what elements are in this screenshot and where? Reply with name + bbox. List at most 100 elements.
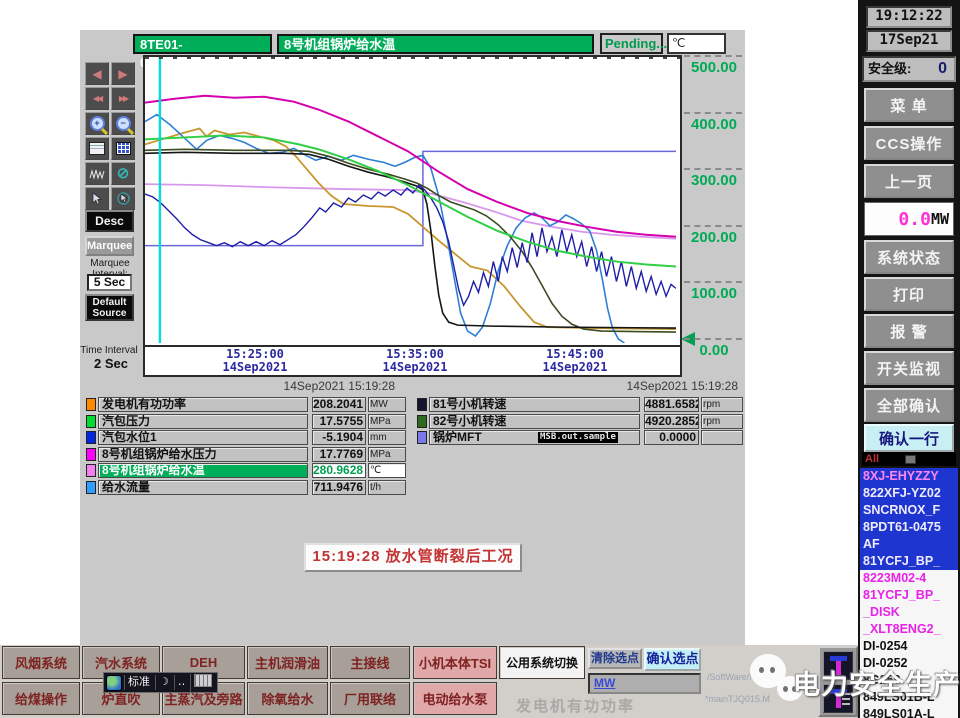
- page-tile[interactable]: 给煤操作: [2, 682, 80, 715]
- page-forward-icon[interactable]: ▶▶: [111, 87, 135, 110]
- y-tick-label: 200.00: [691, 228, 737, 246]
- sidebar-button[interactable]: 打印: [864, 277, 954, 311]
- page-tile[interactable]: 主机润滑油: [247, 646, 328, 679]
- sidebar-button[interactable]: 系统状态: [864, 240, 954, 274]
- clear-selection-button[interactable]: 清除选点: [588, 648, 642, 669]
- ime-mode-label[interactable]: 标准: [124, 675, 153, 690]
- ime-punct-icon[interactable]: ‥: [173, 675, 188, 690]
- confirm-row-button[interactable]: 确认一行: [864, 424, 954, 452]
- trend-group-button[interactable]: [823, 651, 853, 680]
- event-annotation: 15:19:28 放水管断裂后工况: [304, 543, 522, 572]
- x-tick-label: 15:25:00 14Sep2021: [222, 347, 288, 374]
- trend-plot-svg[interactable]: [145, 57, 677, 344]
- page-tile[interactable]: 风烟系统: [2, 646, 80, 679]
- trend-line: [145, 134, 677, 268]
- pen-name-cell[interactable]: 82号小机转速: [429, 413, 640, 429]
- bottom-nav-bar: 风烟系统 汽水系统 DEH 主机润滑油 主接线 小机本体TSI 公用系统切换 给煤操作 炉直吹主…: [0, 645, 858, 718]
- trend-plot[interactable]: [145, 57, 680, 347]
- grid-display-icon[interactable]: [111, 137, 135, 160]
- pointer-icon[interactable]: [85, 187, 109, 210]
- alarm-filter-bar[interactable]: All: [862, 452, 956, 466]
- y-gridline: [684, 337, 742, 340]
- alarm-item[interactable]: _XLT8ENG2_: [860, 621, 958, 638]
- pen-name-cell[interactable]: 汽包压力: [98, 413, 308, 429]
- pen-value-cell: 17.7769: [312, 446, 366, 462]
- marquee-interval-field[interactable]: 5 Sec: [87, 274, 132, 291]
- zoom-out-icon[interactable]: −: [111, 112, 135, 135]
- trend-tag-button[interactable]: 8TE01-0050.out.sample: [133, 34, 272, 70]
- pan-pointer-icon[interactable]: [111, 187, 135, 210]
- ime-keyboard-icon[interactable]: [190, 673, 215, 692]
- alarm-item[interactable]: 822XFJ-YZ02: [860, 485, 958, 502]
- alarm-item[interactable]: 849LS01A-L: [860, 706, 958, 718]
- alarm-item[interactable]: 81YCFJ_BP_: [860, 553, 958, 570]
- legend-window-icon[interactable]: [85, 137, 109, 160]
- pen-color-swatch: [86, 480, 96, 494]
- alarm-item[interactable]: 8G250: [860, 672, 958, 689]
- pen-unit-cell: MW: [368, 397, 406, 412]
- page-tile[interactable]: 厂用联络: [330, 682, 410, 715]
- alarm-item[interactable]: 849LS01B-L: [860, 689, 958, 706]
- sidebar-button[interactable]: CCS操作: [864, 126, 954, 160]
- pen-color-swatch: [86, 464, 96, 477]
- trend-list-button[interactable]: [823, 684, 853, 713]
- pen-name-cell[interactable]: 发电机有功功率: [98, 397, 308, 412]
- alarm-item[interactable]: AF: [860, 536, 958, 553]
- sidebar: 19:12:22 17Sep21 安全级: 0 0.0 MW 确认一行 All …: [858, 0, 960, 718]
- trend-point-name: 8号机组锅炉给水温: [277, 34, 594, 54]
- pen-unit-cell: MPa: [368, 413, 406, 429]
- pen-name-cell[interactable]: 8号机组锅炉给水温: [98, 463, 308, 478]
- ime-toolbar[interactable]: 标准 ☽ ‥: [103, 672, 219, 693]
- alarm-item[interactable]: 8XJ-EHYZZY: [860, 468, 958, 485]
- pen-name-cell[interactable]: 81号小机转速: [429, 397, 640, 412]
- sidebar-button[interactable]: 全部确认: [864, 388, 954, 422]
- sidebar-button[interactable]: 开关监视: [864, 351, 954, 385]
- pen-name-cell[interactable]: 给水流量: [98, 479, 308, 495]
- confirm-selection-button[interactable]: 确认选点: [644, 648, 701, 671]
- y-tick-label: 500.00: [691, 59, 737, 76]
- sidebar-button[interactable]: 上一页: [864, 164, 954, 198]
- pen-name-cell[interactable]: 汽包水位1: [98, 430, 308, 445]
- default-source-button[interactable]: Default Source: [85, 294, 134, 321]
- alarm-item[interactable]: _DISK: [860, 604, 958, 621]
- y-tick-label: 0.00: [699, 341, 729, 359]
- zoom-in-icon[interactable]: +: [85, 112, 109, 135]
- page-tile[interactable]: 主接线: [330, 646, 410, 679]
- sidebar-button[interactable]: 报 警: [864, 314, 954, 348]
- trend-line: [145, 150, 676, 247]
- disable-trace-icon[interactable]: ⊘: [111, 162, 135, 185]
- trend-line: [145, 113, 625, 344]
- pen-name-cell[interactable]: 锅炉MFT MSB.out.sample: [429, 430, 640, 445]
- pen-color-swatch: [86, 414, 96, 428]
- alarm-item[interactable]: 8PDT61-0475: [860, 519, 958, 536]
- y-gridline: [684, 224, 742, 227]
- pen-unit-cell: t/h: [368, 479, 406, 495]
- pen-color-swatch: [86, 447, 96, 461]
- clock: 19:12:22: [866, 6, 952, 28]
- sidebar-button[interactable]: 菜 单: [864, 88, 954, 122]
- step-back-icon[interactable]: ◀: [85, 62, 109, 85]
- selected-point-field[interactable]: MW: [588, 673, 701, 694]
- faded-label: 发电机有功功率: [516, 698, 636, 715]
- marquee-button[interactable]: Marquee: [85, 236, 134, 256]
- ime-fullhalf-icon[interactable]: ☽: [155, 675, 172, 690]
- signature-trend-icon[interactable]: [85, 162, 109, 185]
- alarm-item[interactable]: DI-0252: [860, 655, 958, 672]
- pen-name-cell[interactable]: 8号机组锅炉给水压力: [98, 446, 308, 462]
- page-tile[interactable]: 公用系统切换: [499, 646, 585, 679]
- alarm-item[interactable]: 8223M02-4: [860, 570, 958, 587]
- step-forward-icon[interactable]: ▶: [111, 62, 135, 85]
- alarm-item[interactable]: DI-0254: [860, 638, 958, 655]
- power-readout: 0.0 MW: [864, 202, 954, 236]
- trend-unit-field[interactable]: ℃: [667, 33, 726, 54]
- security-level: 安全级: 0: [862, 56, 956, 82]
- page-back-icon[interactable]: ◀◀: [85, 87, 109, 110]
- desc-button[interactable]: Desc: [85, 210, 134, 232]
- alarm-filter-label[interactable]: All: [862, 453, 879, 465]
- page-tile[interactable]: 电动给水泵: [413, 682, 497, 715]
- page-tile[interactable]: 小机本体TSI: [413, 646, 497, 679]
- ime-input-icon[interactable]: [106, 674, 122, 691]
- alarm-item[interactable]: SNCRNOX_F: [860, 502, 958, 519]
- page-tile[interactable]: 除氧给水: [247, 682, 328, 715]
- alarm-item[interactable]: 81YCFJ_BP_: [860, 587, 958, 604]
